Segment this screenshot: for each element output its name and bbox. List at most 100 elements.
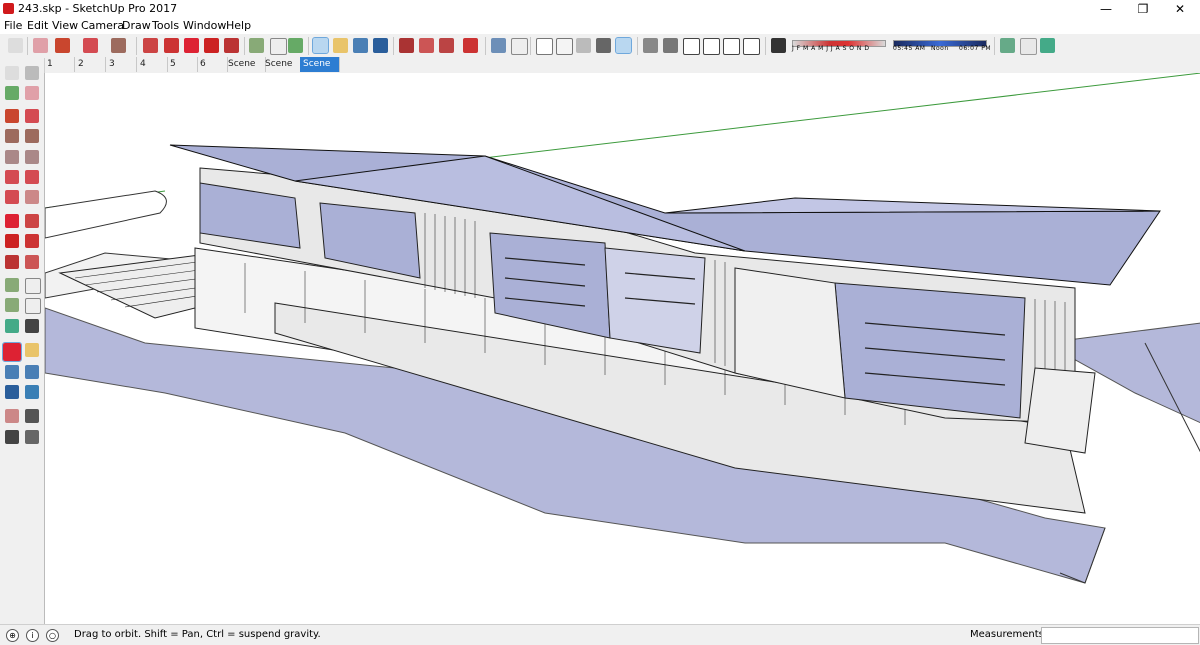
orbit-tool-icon[interactable] [2,342,22,362]
orbit-icon[interactable] [312,37,329,54]
front-view-icon[interactable] [683,38,700,55]
select-arrow-icon[interactable] [8,38,23,53]
extension-warehouse-icon[interactable] [463,38,478,53]
minimize-button[interactable]: — [1086,0,1126,18]
zoom-window-icon[interactable] [25,365,39,379]
scale-icon[interactable] [224,38,239,53]
iso-view-icon[interactable] [643,38,658,53]
two-point-arc-icon[interactable] [25,170,39,184]
walk-tool-icon[interactable] [5,430,19,444]
line-tool-icon[interactable] [5,109,19,123]
three-point-arc-icon[interactable] [5,190,19,204]
push-pull-icon[interactable] [143,38,158,53]
model-viewport[interactable] [44,72,1200,624]
right-view-icon[interactable] [703,38,720,55]
tab-scene-1[interactable]: 1 [44,57,75,72]
rotated-rectangle-icon[interactable] [25,129,39,143]
tab-scene-9[interactable]: Scene 9 [300,57,340,84]
make-component-icon[interactable] [25,66,39,80]
polygon-tool-icon[interactable] [25,150,39,164]
menu-view[interactable]: View [52,19,78,32]
rectangle-tool-icon[interactable] [5,129,19,143]
measurements-input[interactable] [1041,627,1199,644]
section-cuts-icon[interactable] [1040,38,1055,53]
tape-measure-tool-icon[interactable] [5,278,19,292]
push-pull-tool-icon[interactable] [25,214,39,228]
tab-scene-3[interactable]: 3 [106,57,137,72]
eraser-icon[interactable] [33,38,48,53]
pan-icon[interactable] [333,38,348,53]
share-model-icon[interactable] [419,38,434,53]
protractor-tool-icon[interactable] [5,298,19,312]
hidden-line-style-icon[interactable] [556,38,573,55]
zoom-tool-icon[interactable] [5,365,19,379]
menu-edit[interactable]: Edit [27,19,48,32]
paint-tool-icon[interactable] [5,86,19,100]
menu-file[interactable]: File [4,19,22,32]
user-account-icon[interactable]: ○ [46,629,59,642]
menu-window[interactable]: Window [183,19,226,32]
tab-scene-8[interactable]: Scene 8 [262,57,303,84]
title-bar: 243.skp - SketchUp Pro 2017 — ❐ ✕ [0,0,1200,18]
look-around-icon[interactable] [25,409,39,423]
close-button[interactable]: ✕ [1160,0,1200,18]
zoom-icon[interactable] [353,38,368,53]
menu-tools[interactable]: Tools [152,19,179,32]
text-icon[interactable] [270,38,287,55]
shadows-toggle-icon[interactable] [771,38,786,53]
left-view-icon[interactable] [743,38,760,55]
section-display-icon[interactable] [1020,38,1037,55]
share-component-icon[interactable] [439,38,454,53]
follow-me-icon[interactable] [164,38,179,53]
shaded-style-icon[interactable] [576,38,591,53]
section-plane-tool-icon[interactable] [25,430,39,444]
axes-tool-icon[interactable] [5,319,19,333]
tab-scene-4[interactable]: 4 [137,57,168,72]
credits-icon[interactable]: i [26,629,39,642]
menu-camera[interactable]: Camera [81,19,124,32]
rotate-tool-icon[interactable] [5,234,19,248]
wireframe-style-icon[interactable] [536,38,553,55]
tab-scene-7[interactable]: Scene 7 [225,57,266,84]
select-tool-icon[interactable] [5,66,19,80]
tab-scene-6[interactable]: 6 [197,57,228,72]
move-icon[interactable] [184,38,199,53]
rotate-icon[interactable] [204,38,219,53]
section-plane-icon[interactable] [1000,38,1015,53]
x-ray-style-icon[interactable] [491,38,506,53]
monochrome-style-icon[interactable] [615,37,632,54]
tab-scene-5[interactable]: 5 [167,57,198,72]
arc-tool-icon[interactable] [5,170,19,184]
zoom-extents-icon[interactable] [373,38,388,53]
eraser-tool-icon[interactable] [25,86,39,100]
text-tool-icon[interactable] [25,298,41,314]
previous-view-icon[interactable] [25,385,39,399]
back-edges-style-icon[interactable] [511,38,528,55]
menu-help[interactable]: Help [226,19,251,32]
paint-bucket-icon[interactable] [288,38,303,53]
geolocation-icon[interactable]: ⊕ [6,629,19,642]
shaded-textures-style-icon[interactable] [596,38,611,53]
rectangle-icon[interactable] [111,38,126,53]
tape-measure-icon[interactable] [249,38,264,53]
move-tool-icon[interactable] [5,214,19,228]
pencil-line-icon[interactable] [55,38,70,53]
scale-tool-icon[interactable] [5,255,19,269]
follow-me-tool-icon[interactable] [25,234,39,248]
tab-scene-2[interactable]: 2 [75,57,106,72]
offset-tool-icon[interactable] [25,255,39,269]
position-camera-icon[interactable] [5,409,19,423]
maximize-button[interactable]: ❐ [1123,0,1163,18]
freehand-tool-icon[interactable] [25,109,39,123]
pie-tool-icon[interactable] [25,190,39,204]
back-view-icon[interactable] [723,38,740,55]
dimension-tool-icon[interactable] [25,278,41,294]
arc-icon[interactable] [83,38,98,53]
pan-tool-icon[interactable] [25,343,39,357]
zoom-extents-tool-icon[interactable] [5,385,19,399]
top-view-icon[interactable] [663,38,678,53]
3d-warehouse-icon[interactable] [399,38,414,53]
menu-draw[interactable]: Draw [122,19,151,32]
3d-text-tool-icon[interactable] [25,319,39,333]
circle-tool-icon[interactable] [5,150,19,164]
